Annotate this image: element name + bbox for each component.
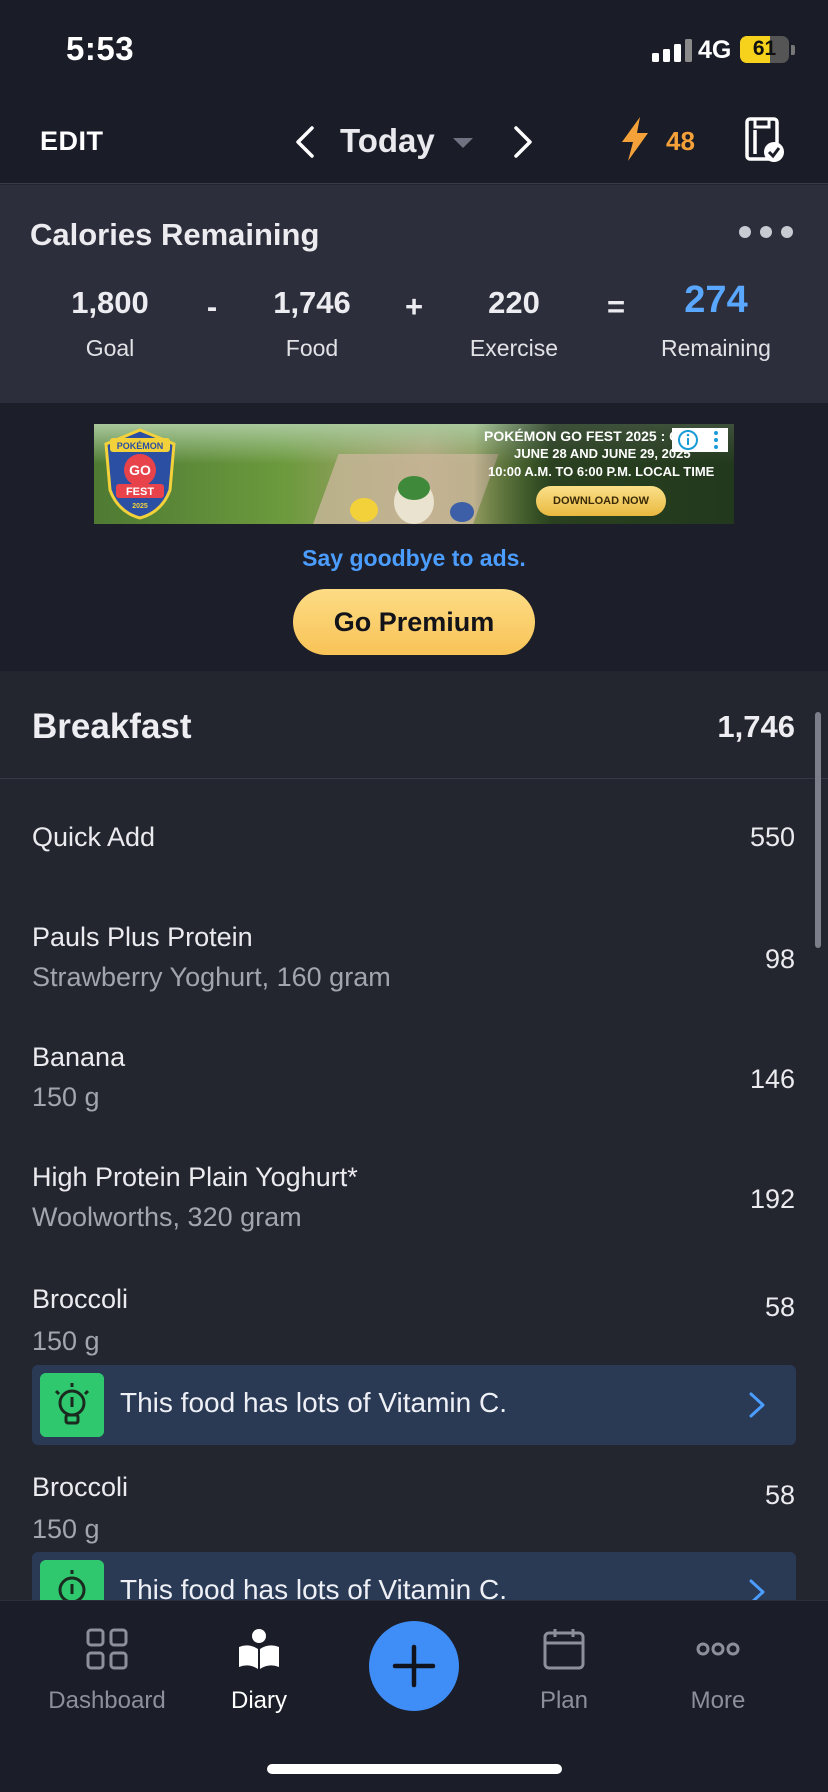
food-detail: Strawberry Yoghurt, 160 gram: [32, 962, 391, 992]
ad-section: POKÉMON GO FEST 2025 POKÉMON GO FEST 202…: [0, 403, 828, 671]
food-calories: 192: [749, 1184, 795, 1214]
food-name: Banana: [32, 1042, 126, 1072]
ad-info-icon[interactable]: [672, 428, 728, 452]
calories-title: Calories Remaining: [30, 217, 320, 252]
food-entry[interactable]: Broccoli 150 g 58: [0, 1262, 828, 1362]
food-calories: 58: [764, 1480, 795, 1510]
food-column: 1,746 Food: [232, 285, 392, 362]
remove-ads-text[interactable]: Say goodbye to ads.: [0, 545, 828, 572]
goal-label: Goal: [85, 335, 135, 361]
home-indicator[interactable]: [267, 1764, 562, 1774]
food-name: Pauls Plus Protein: [32, 922, 253, 952]
food-entry-quick-add[interactable]: Quick Add 550: [0, 780, 828, 876]
ad-download-button[interactable]: DOWNLOAD NOW: [536, 486, 666, 516]
remaining-label: Remaining: [661, 335, 771, 361]
tab-more[interactable]: More: [638, 1627, 798, 1715]
meal-total-calories: 1,746: [717, 709, 795, 744]
lightbulb-icon: [40, 1373, 104, 1437]
network-type: 4G: [698, 36, 732, 64]
food-detail: 150 g: [32, 1326, 100, 1356]
breakfast-header[interactable]: Breakfast 1,746: [0, 671, 828, 779]
ad-banner[interactable]: POKÉMON GO FEST 2025 POKÉMON GO FEST 202…: [94, 424, 734, 524]
more-icon: [696, 1642, 740, 1656]
food-calories: 58: [764, 1292, 795, 1322]
food-name: Quick Add: [32, 822, 156, 852]
remaining-column: 274 Remaining: [636, 279, 796, 362]
checklist-icon[interactable]: [744, 116, 786, 164]
equals-operator: =: [606, 289, 626, 324]
food-calories: 146: [749, 1064, 795, 1094]
tab-label: Plan: [539, 1687, 589, 1714]
ad-times: 10:00 A.M. TO 6:00 P.M. LOCAL TIME: [488, 464, 715, 479]
chevron-down-icon[interactable]: [452, 136, 474, 150]
plus-icon: [392, 1644, 436, 1688]
food-entry[interactable]: Banana 150 g 146: [0, 1020, 828, 1130]
more-options-icon[interactable]: [738, 225, 794, 239]
dashboard-icon: [86, 1628, 128, 1670]
ad-headline: POKÉMON GO FEST 2025 : G: [484, 428, 681, 444]
tab-dashboard[interactable]: Dashboard: [27, 1627, 187, 1715]
tab-label: Dashboard: [48, 1687, 166, 1714]
logo-text-fest: FEST: [126, 486, 154, 498]
streak-count[interactable]: 48: [666, 126, 695, 157]
food-detail: 150 g: [32, 1082, 100, 1112]
exercise-column: 220 Exercise: [434, 285, 594, 362]
food-entry[interactable]: Pauls Plus Protein Strawberry Yoghurt, 1…: [0, 900, 828, 1010]
battery-percent: 61: [752, 37, 777, 60]
food-name: High Protein Plain Yoghurt*: [32, 1162, 358, 1192]
pokemon-go-fest-logo: POKÉMON GO FEST 2025: [104, 428, 176, 520]
tab-plan[interactable]: Plan: [484, 1627, 644, 1715]
food-detail: 150 g: [32, 1514, 100, 1544]
exercise-value: 220: [488, 285, 540, 320]
ad-character-graphic: [350, 476, 474, 524]
goal-value: 1,800: [71, 285, 149, 320]
goal-column: 1,800 Goal: [30, 285, 190, 362]
calendar-icon: [543, 1629, 585, 1670]
edit-button[interactable]: EDIT: [40, 126, 104, 157]
status-bar: 5:53 4G 61: [0, 0, 828, 100]
tab-label: More: [690, 1687, 746, 1714]
tab-diary[interactable]: Diary: [179, 1627, 339, 1715]
food-calories: 98: [764, 944, 795, 974]
logo-text-go: GO: [129, 462, 151, 478]
ad-dates: JUNE 28 AND JUNE 29, 2025: [514, 446, 691, 461]
tab-label: Diary: [230, 1687, 287, 1714]
insight-text: This food has lots of Vitamin C.: [120, 1387, 507, 1418]
scrollbar[interactable]: [815, 712, 821, 948]
diary-icon: [239, 1629, 279, 1669]
food-entry[interactable]: Broccoli 150 g 58: [0, 1450, 828, 1550]
logo-text-year: 2025: [132, 503, 148, 510]
minus-operator: -: [206, 289, 218, 324]
food-detail: Woolworths, 320 gram: [32, 1202, 302, 1232]
food-value: 1,746: [273, 285, 351, 320]
status-time: 5:53: [66, 30, 135, 67]
go-premium-button[interactable]: Go Premium: [293, 589, 535, 655]
diary-header: EDIT Today 48: [0, 100, 828, 184]
food-calories: 550: [749, 822, 795, 852]
meal-title: Breakfast: [32, 707, 192, 746]
chevron-left-icon[interactable]: [290, 122, 320, 162]
plus-operator: +: [404, 289, 424, 324]
lightning-icon[interactable]: [618, 116, 652, 162]
food-name: Broccoli: [32, 1472, 129, 1502]
battery-icon: 61: [740, 36, 789, 63]
signal-icon: [652, 38, 692, 62]
date-selector[interactable]: Today: [340, 122, 435, 160]
logo-text-pokemon: POKÉMON: [117, 441, 164, 451]
nutrition-insight-banner[interactable]: This food has lots of Vitamin C.: [32, 1365, 796, 1445]
food-label: Food: [285, 335, 339, 361]
food-entry[interactable]: High Protein Plain Yoghurt* Woolworths, …: [0, 1140, 828, 1250]
remaining-value: 274: [684, 279, 748, 321]
chevron-right-icon: [749, 1392, 765, 1418]
food-name: Broccoli: [32, 1284, 129, 1314]
exercise-label: Exercise: [469, 335, 559, 361]
chevron-right-icon[interactable]: [508, 122, 538, 162]
calories-remaining-card[interactable]: Calories Remaining 1,800 Goal - 1,746 Fo…: [0, 185, 828, 403]
add-entry-button[interactable]: [369, 1621, 459, 1711]
battery-nub: [791, 45, 795, 55]
